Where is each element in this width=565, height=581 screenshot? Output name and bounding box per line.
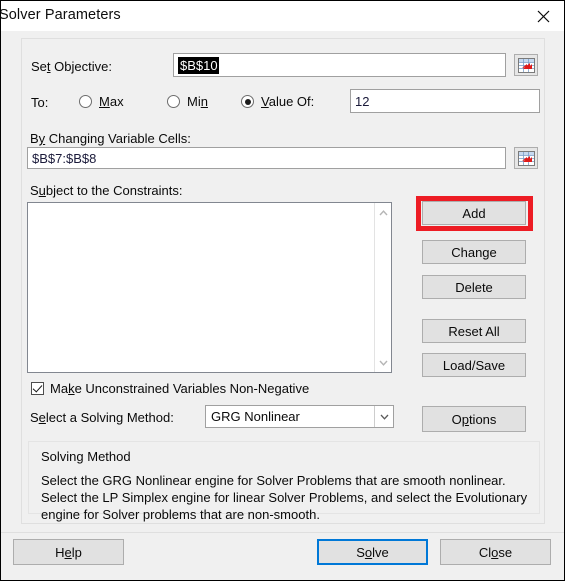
solving-method-dropdown-arrow[interactable] [374,406,393,427]
solve-button-label: Solve [356,544,389,560]
delete-button-label: Delete [455,279,493,295]
constraints-listbox[interactable] [27,202,392,373]
radio-min[interactable]: Min [167,94,208,109]
non-negative-checkbox[interactable] [31,382,44,395]
to-label: To: [31,95,49,110]
radio-max-label: Max [99,94,124,109]
variable-cells-label: By Changing Variable Cells: [30,131,191,146]
help-button-label: Help [55,544,82,560]
add-button[interactable]: Add [422,201,526,225]
radio-max[interactable]: Max [79,94,124,109]
range-select-icon [517,57,535,73]
options-button[interactable]: Options [422,406,526,432]
scroll-down-button[interactable] [375,354,391,371]
non-negative-checkbox-row[interactable]: Make Unconstrained Variables Non-Negativ… [31,381,309,396]
delete-button[interactable]: Delete [422,275,526,299]
radio-value-of[interactable]: Value Of: [241,94,314,109]
variable-cells-input[interactable]: $B$7:$B$8 [27,147,506,169]
description-body: Select the GRG Nonlinear engine for Solv… [41,473,528,522]
reset-all-button[interactable]: Reset All [422,319,526,343]
constraints-label: Subject to the Constraints: [30,183,183,198]
close-dialog-button-label: Close [478,544,513,560]
set-objective-range-picker-button[interactable] [514,54,538,76]
description-title: Solving Method [41,449,131,464]
chevron-up-icon [379,209,388,215]
options-button-label: Options [451,411,497,427]
close-dialog-button[interactable]: Close [440,539,551,565]
chevron-down-icon [379,360,388,366]
variable-cells-range-picker-button[interactable] [514,147,538,169]
value-of-input[interactable]: 12 [350,89,540,113]
title-bar: Solver Parameters [0,1,564,31]
solve-button[interactable]: Solve [317,539,428,565]
footer-divider [1,532,564,533]
scroll-up-button[interactable] [375,204,391,221]
radio-min-circle [167,95,180,108]
set-objective-input[interactable]: $B$10 [173,53,506,77]
add-button-label: Add [462,205,486,221]
set-objective-value: $B$10 [178,56,219,74]
solving-method-label: Select a Solving Method: [30,410,174,425]
radio-value-of-label: Value Of: [261,94,315,109]
solving-method-value: GRG Nonlinear [211,409,300,424]
chevron-down-icon [380,414,388,420]
solving-method-select[interactable]: GRG Nonlinear [205,405,394,428]
close-x-icon [537,10,549,22]
help-button[interactable]: Help [13,539,124,565]
radio-max-circle [79,95,92,108]
change-button[interactable]: Change [422,240,526,264]
load-save-button-label: Load/Save [442,357,506,373]
constraints-scrollbar[interactable] [374,203,391,372]
solving-method-description: Solving Method Select the GRG Nonlinear … [28,441,540,522]
change-button-label: Change [451,244,497,260]
value-of-value: 12 [355,93,370,109]
dialog-title: Solver Parameters [0,7,121,23]
close-button[interactable] [520,1,564,31]
set-objective-label: Set Objective: [31,59,112,74]
non-negative-label: Make Unconstrained Variables Non-Negativ… [50,381,310,396]
radio-value-of-circle [241,95,254,108]
radio-min-label: Min [187,94,208,109]
load-save-button[interactable]: Load/Save [422,353,526,377]
reset-all-button-label: Reset All [448,323,500,339]
range-select-icon [517,150,535,166]
variable-cells-value: $B$7:$B$8 [32,150,97,166]
solver-parameters-dialog: Solver Parameters Set Objective: $B$10 T… [0,0,565,581]
